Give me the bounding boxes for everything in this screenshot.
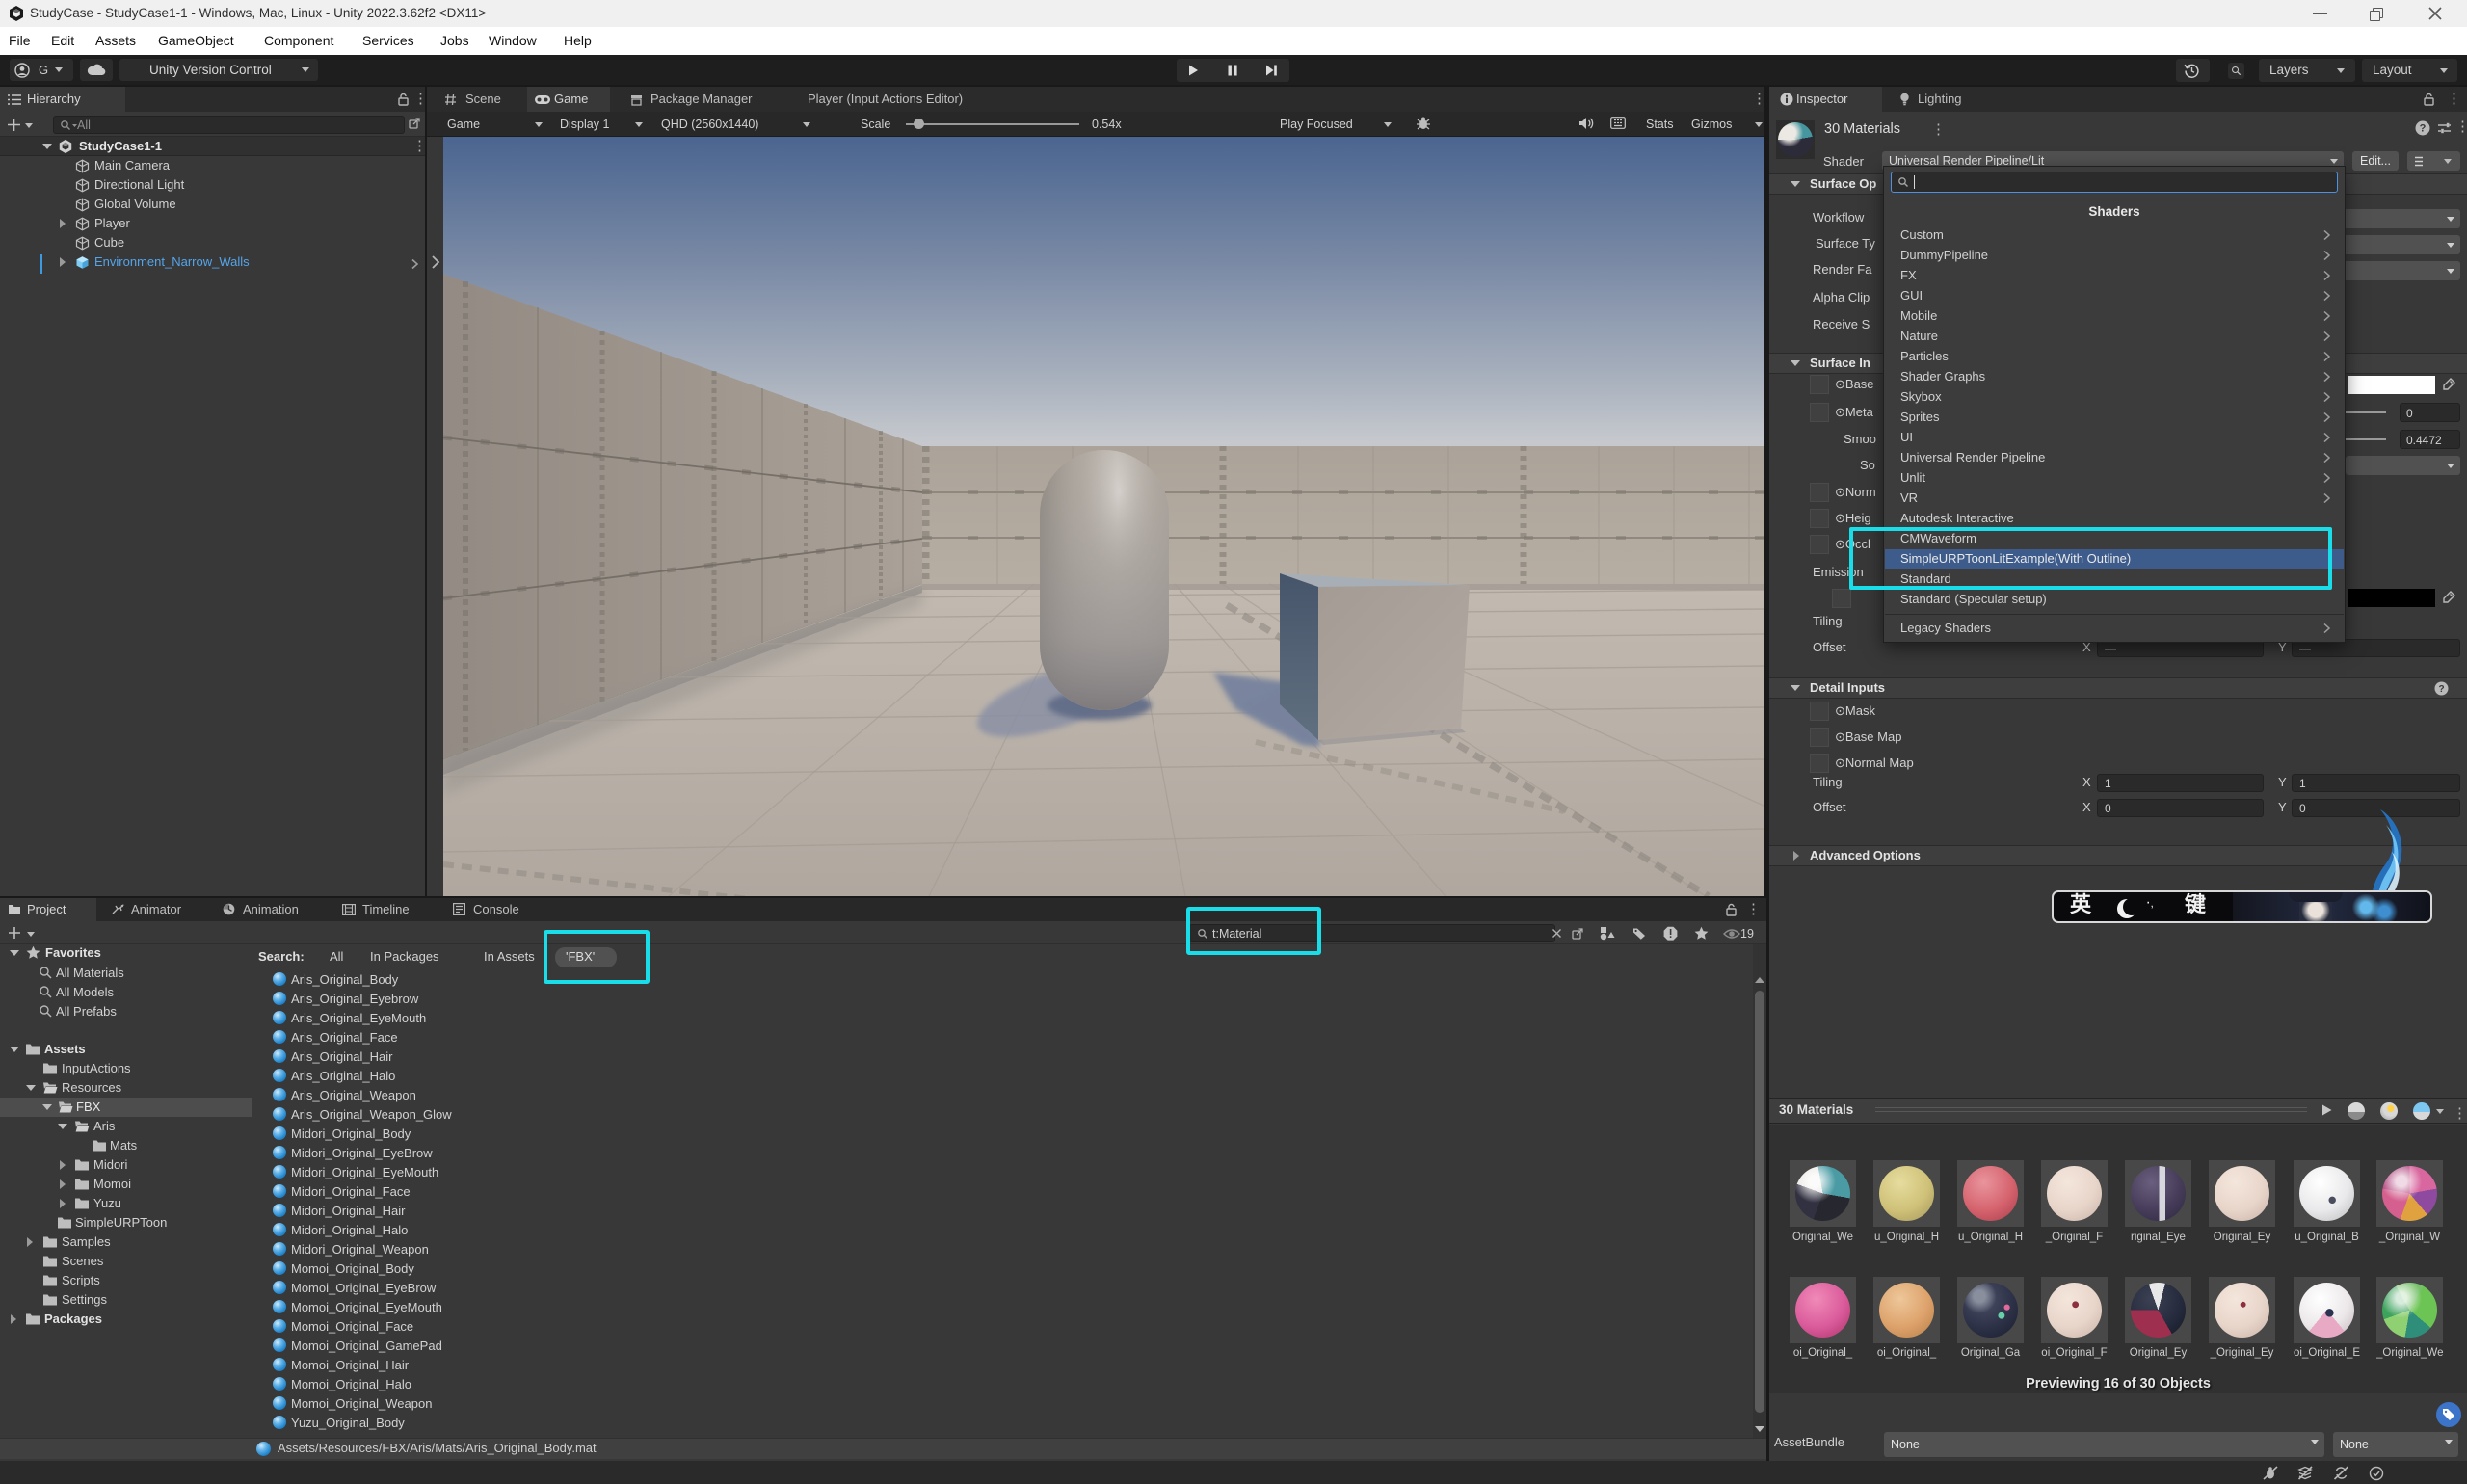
svg-text:?: ?	[2420, 123, 2427, 135]
svg-text:?: ?	[2438, 684, 2444, 695]
